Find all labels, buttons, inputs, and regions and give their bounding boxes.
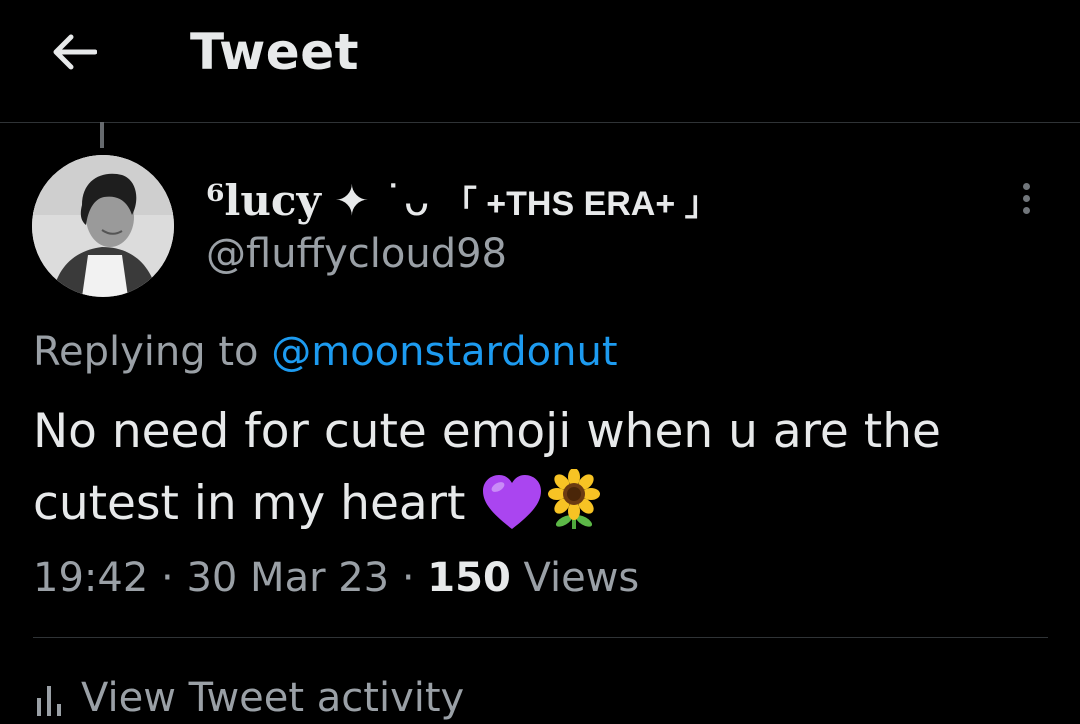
top-bar: Tweet xyxy=(0,0,1080,123)
profile-photo xyxy=(32,155,174,297)
activity-label: View Tweet activity xyxy=(81,675,465,721)
view-tweet-activity-button[interactable]: View Tweet activity xyxy=(33,672,464,724)
view-count: 150 xyxy=(427,555,511,601)
author-display-name[interactable]: ⁶ lucy ✦ ˙ᴗ 「 +THS ERA+ 」 xyxy=(206,176,719,229)
author-handle[interactable]: @fluffycloud98 xyxy=(206,228,507,280)
back-button[interactable] xyxy=(44,22,104,82)
divider xyxy=(33,637,1048,638)
avatar[interactable] xyxy=(32,155,174,297)
more-vertical-icon xyxy=(1022,182,1030,190)
reply-prefix: Replying to xyxy=(33,329,272,375)
tweet-time: 19:42 xyxy=(33,555,149,601)
sunflower-icon xyxy=(548,469,601,529)
thread-connector-line xyxy=(100,122,104,148)
tweet-date: 30 Mar 23 xyxy=(186,555,390,601)
name-symbols: ✦ ˙ᴗ xyxy=(320,176,443,225)
name-era: 「 +THS ERA+ 」 xyxy=(442,185,719,223)
name-prefix: ⁶ xyxy=(206,176,225,225)
more-options-button[interactable] xyxy=(1006,176,1046,220)
reply-context: Replying to @moonstardonut xyxy=(33,326,618,378)
arrow-left-icon xyxy=(53,34,97,70)
tweet-metadata: 19:42 · 30 Mar 23 · 150 Views xyxy=(33,555,640,601)
views-label: Views xyxy=(510,555,640,601)
name-main: lucy xyxy=(224,176,321,225)
views-link[interactable]: 150 Views xyxy=(427,555,639,601)
tweet-text: No need for cute emoji when u are the cu… xyxy=(33,396,1043,540)
page-title: Tweet xyxy=(190,23,360,81)
analytics-icon xyxy=(37,686,61,716)
purple-heart-icon xyxy=(483,475,542,529)
reply-to-link[interactable]: @moonstardonut xyxy=(271,329,617,375)
